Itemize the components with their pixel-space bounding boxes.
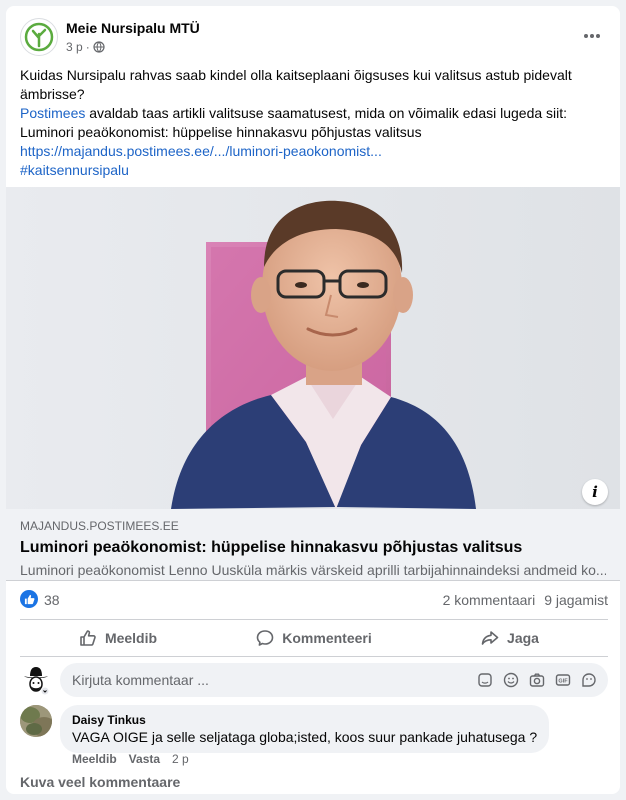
camera-icon[interactable] bbox=[528, 671, 546, 689]
sticker-icon[interactable] bbox=[476, 671, 494, 689]
post-text: Kuidas Nursipalu rahvas saab kindel olla… bbox=[20, 66, 600, 180]
more-dots-icon bbox=[584, 34, 600, 38]
info-icon: i bbox=[592, 483, 598, 501]
link-preview-title: Luminori peaökonomist: hüppelise hinnaka… bbox=[20, 539, 523, 556]
share-count[interactable]: 9 jagamist bbox=[544, 592, 608, 608]
share-label: Jaga bbox=[507, 630, 539, 646]
portrait-image bbox=[6, 187, 620, 509]
comment-time[interactable]: 2 p bbox=[172, 752, 189, 766]
page-avatar[interactable] bbox=[20, 18, 58, 56]
hashtag-link[interactable]: #kaitsennursipalu bbox=[20, 161, 600, 180]
article-url-link[interactable]: https://majandus.postimees.ee/.../lumino… bbox=[20, 142, 600, 161]
composer-icons: GIF bbox=[476, 671, 598, 689]
post-text-line-1: Kuidas Nursipalu rahvas saab kindel olla… bbox=[20, 67, 572, 83]
divider bbox=[20, 619, 608, 620]
comment-bubble: Daisy Tinkus VAGA OIGE ja selle seljatag… bbox=[60, 705, 550, 753]
current-user-avatar[interactable] bbox=[20, 664, 52, 696]
page-name[interactable]: Meie Nursipalu MTÜ bbox=[66, 20, 200, 36]
post-actions: Meeldib Kommenteeri Jaga bbox=[20, 621, 608, 655]
comment-reply-button[interactable]: Vasta bbox=[129, 752, 160, 766]
view-more-comments-link[interactable]: Kuva veel kommentaare bbox=[20, 774, 180, 790]
comment-composer: GIF bbox=[20, 663, 608, 697]
gif-icon[interactable]: GIF bbox=[554, 671, 572, 689]
emoji-icon[interactable] bbox=[502, 671, 520, 689]
globe-icon[interactable] bbox=[93, 41, 105, 53]
post-text-line-3: Postimees avaldab taas artikli valitsuse… bbox=[20, 104, 600, 123]
post-header: Meie Nursipalu MTÜ 3 p · bbox=[20, 18, 606, 60]
comment-button[interactable]: Kommenteeri bbox=[216, 621, 412, 655]
mention-link[interactable]: Postimees bbox=[20, 105, 85, 121]
info-button[interactable]: i bbox=[582, 479, 608, 505]
comment-label: Kommenteeri bbox=[282, 630, 372, 646]
avatar-sticker-icon[interactable] bbox=[580, 671, 598, 689]
landscape-avatar-image bbox=[20, 705, 52, 737]
like-label: Meeldib bbox=[104, 630, 158, 646]
comment-count[interactable]: 2 kommentaari bbox=[443, 592, 536, 608]
meta-separator: · bbox=[85, 40, 90, 54]
commenter-avatar[interactable] bbox=[20, 705, 52, 737]
post-meta: 3 p · bbox=[66, 40, 105, 54]
thumbs-up-icon bbox=[24, 594, 34, 604]
stats-right: 2 kommentaari 9 jagamist bbox=[443, 592, 608, 608]
post-text-line-2: ämbrisse? bbox=[20, 86, 85, 102]
svg-text:GIF: GIF bbox=[558, 679, 568, 685]
like-button[interactable]: Meeldib bbox=[20, 621, 216, 655]
more-options-button[interactable] bbox=[578, 22, 606, 50]
link-preview-description: Luminori peaökonomist Lenno Uusküla märk… bbox=[20, 562, 606, 578]
article-photo[interactable]: i bbox=[6, 187, 620, 509]
share-button[interactable]: Jaga bbox=[412, 621, 608, 655]
like-reaction-badge[interactable] bbox=[20, 590, 38, 608]
link-preview-domain: MAJANDUS.POSTIMEES.EE bbox=[20, 519, 179, 533]
comment-actions: Meeldib Vasta 2 p bbox=[72, 752, 189, 766]
link-preview[interactable]: MAJANDUS.POSTIMEES.EE Luminori peaökonom… bbox=[6, 509, 620, 581]
comment-author[interactable]: Daisy Tinkus bbox=[72, 713, 537, 727]
post-stats: 38 2 kommentaari 9 jagamist bbox=[20, 587, 608, 611]
share-arrow-icon bbox=[481, 631, 499, 645]
post-text-line-3-rest: avaldab taas artikli valitsuse saamatuse… bbox=[85, 105, 568, 121]
cowboy-hat-avatar-icon bbox=[24, 667, 50, 696]
comment-text: VAGA OIGE ja selle seljataga globa;isted… bbox=[72, 729, 538, 745]
post-text-line-4: Luminori peaökonomist: hüppelise hinnaka… bbox=[20, 124, 422, 140]
tree-logo-icon bbox=[24, 22, 54, 52]
divider bbox=[20, 656, 608, 657]
thumbs-up-outline-icon bbox=[80, 630, 96, 646]
comment-bubble-icon bbox=[256, 630, 274, 646]
post-card: Meie Nursipalu MTÜ 3 p · Kuidas Nursipal… bbox=[6, 6, 620, 794]
reaction-count[interactable]: 38 bbox=[44, 592, 60, 608]
post-time[interactable]: 3 p bbox=[66, 40, 83, 54]
comment-like-button[interactable]: Meeldib bbox=[72, 752, 117, 766]
